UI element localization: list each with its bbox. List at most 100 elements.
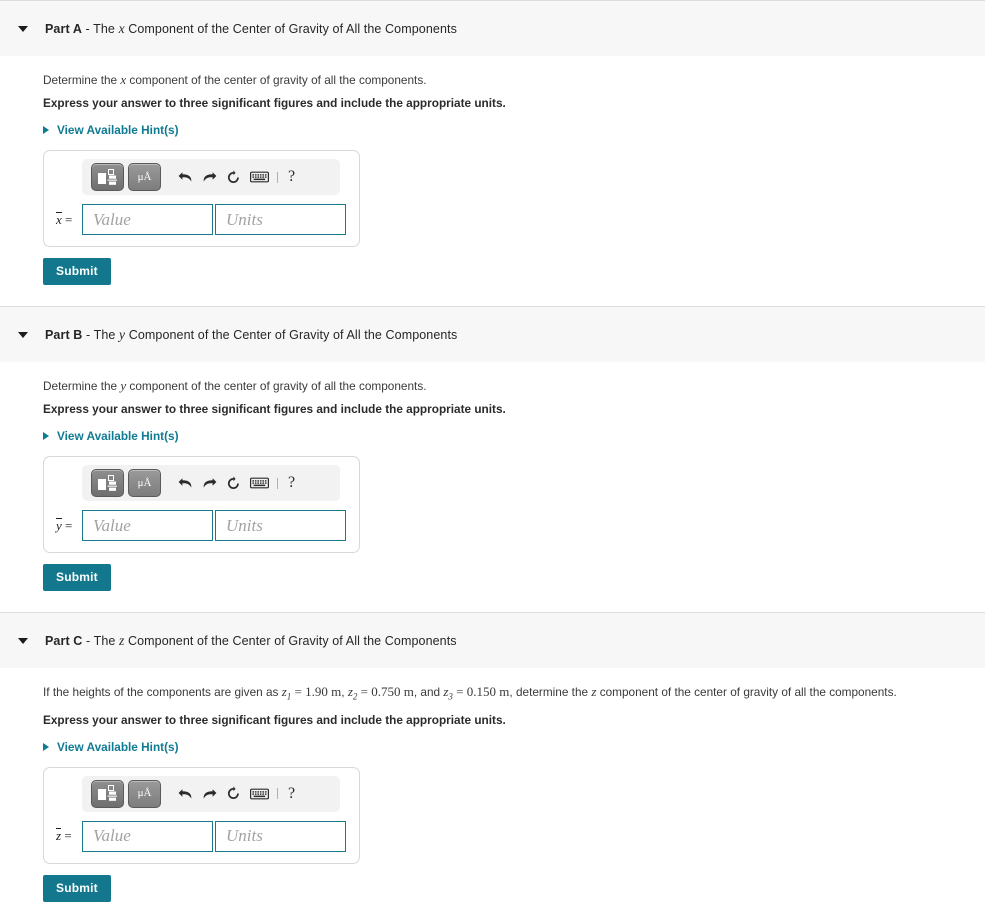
part-section-c: Part C - The z Component of the Center o… [0,612,985,902]
reset-glyph [227,786,239,800]
prompt-c-lead: If the heights of the components are giv… [43,685,282,699]
units-button[interactable]: μÅ [128,163,161,191]
equals-sign: = [65,211,73,227]
answer-input-row-a: x = [54,204,349,235]
math-toolbar-c: μÅ ? [82,775,340,812]
view-hints-link-b[interactable]: View Available Hint(s) [57,429,179,443]
mastering-physics-parts-page: Part A - The x Component of the Center o… [0,0,985,902]
undo-icon[interactable] [173,782,197,806]
prompt-pre-b: Determine the [43,379,121,393]
answer-box-b: μÅ ? y = Value Units [43,456,360,553]
hint-row-b[interactable]: View Available Hint(s) [43,429,985,443]
answer-variable-symbol-a: x [56,211,62,227]
units-input-b[interactable] [215,510,346,541]
reset-icon[interactable] [221,471,245,495]
submit-button-b[interactable]: Submit [43,564,111,591]
keyboard-icon[interactable] [245,782,273,806]
part-body-c: If the heights of the components are giv… [0,668,985,902]
keyboard-icon[interactable] [245,471,273,495]
math-template-icon [98,785,117,801]
units-input-a[interactable] [215,204,346,235]
reset-icon[interactable] [221,165,245,189]
question-prompt-b: Determine the y component of the center … [43,378,985,394]
view-hints-link-c[interactable]: View Available Hint(s) [57,740,179,754]
math-toolbar-b: μÅ ? [82,465,340,501]
view-hints-link-a[interactable]: View Available Hint(s) [57,123,179,137]
prompt-c-z2-value: 0.750 m [371,684,414,699]
part-separator-b: - [82,327,94,342]
answer-instruction-a: Express your answer to three significant… [43,96,506,110]
units-input-c[interactable] [215,820,346,852]
answer-variable-symbol-b: y [56,517,62,533]
part-body-b: Determine the y component of the center … [0,362,985,591]
help-icon[interactable]: ? [288,169,295,185]
part-title-b: Part B - The y Component of the Center o… [45,327,457,343]
part-title-post-b: Component of the Center of Gravity of Al… [125,327,458,342]
question-prompt-c: If the heights of the components are giv… [43,684,897,702]
keyboard-icon[interactable] [245,165,273,189]
value-input-b[interactable] [82,510,213,541]
redo-glyph [203,172,216,182]
math-template-button[interactable] [91,469,124,497]
keyboard-glyph [249,171,269,183]
math-template-button[interactable] [91,779,124,808]
reset-icon[interactable] [221,782,245,806]
units-button-label: μÅ [137,787,152,800]
math-template-button[interactable] [91,163,124,191]
submit-button-c[interactable]: Submit [43,874,111,902]
part-body-a: Determine the x component of the center … [0,56,985,285]
units-button-label: μÅ [137,170,152,183]
answer-instruction-b: Express your answer to three significant… [43,402,506,416]
value-input-a[interactable] [82,204,213,235]
part-label-a: Part A [45,21,82,36]
prompt-c-tail-pre: , determine the [509,685,592,699]
reset-glyph [227,169,239,183]
units-button[interactable]: μÅ [128,469,161,497]
redo-icon[interactable] [197,782,221,806]
units-button[interactable]: μÅ [128,779,161,808]
part-title-pre-a: The [93,21,119,36]
part-title-post-a: Component of the Center of Gravity of Al… [124,21,457,36]
part-label-b: Part B [45,327,83,342]
reset-glyph [227,475,239,489]
answer-variable-label-a: x = [54,211,82,228]
equals-sign: = [64,828,72,844]
prompt-c-z2-symbol: z2 [348,684,358,702]
math-template-icon [98,474,117,491]
part-header-b[interactable]: Part B - The y Component of the Center o… [0,306,985,362]
part-title-post-c: Component of the Center of Gravity of Al… [124,633,457,648]
part-header-a[interactable]: Part A - The x Component of the Center o… [0,0,985,56]
chevron-down-icon[interactable] [18,637,28,644]
answer-input-row-b: y = [54,510,349,541]
undo-icon[interactable] [173,471,197,495]
help-icon[interactable]: ? [288,475,295,491]
toolbar-divider [277,171,278,183]
help-icon[interactable]: ? [288,785,295,802]
chevron-down-icon[interactable] [18,331,28,338]
undo-icon[interactable] [173,165,197,189]
part-label-c: Part C [45,633,83,648]
prompt-c-z1-value: 1.90 m [305,684,342,699]
part-header-c[interactable]: Part C - The z Component of the Center o… [0,612,985,668]
prompt-c-z3-value: 0.150 m [466,684,510,699]
answer-variable-symbol-c: z [56,828,62,844]
value-input-c[interactable] [82,820,213,852]
redo-icon[interactable] [197,165,221,189]
undo-glyph [178,478,191,488]
submit-button-a[interactable]: Submit [43,258,111,285]
chevron-right-icon[interactable] [43,432,49,440]
chevron-right-icon[interactable] [43,126,49,134]
answer-variable-label-c: z = [54,828,82,844]
answer-variable-label-b: y = [54,517,82,534]
part-separator-c: - [82,633,94,648]
redo-icon[interactable] [197,471,221,495]
hint-row-a[interactable]: View Available Hint(s) [43,123,985,137]
redo-glyph [203,788,216,799]
chevron-down-icon[interactable] [18,25,28,32]
prompt-c-mid2: , and [413,685,444,699]
hint-row-c[interactable]: View Available Hint(s) [43,740,985,754]
chevron-right-icon[interactable] [43,742,49,751]
part-section-b: Part B - The y Component of the Center o… [0,306,985,612]
toolbar-divider [277,477,278,489]
